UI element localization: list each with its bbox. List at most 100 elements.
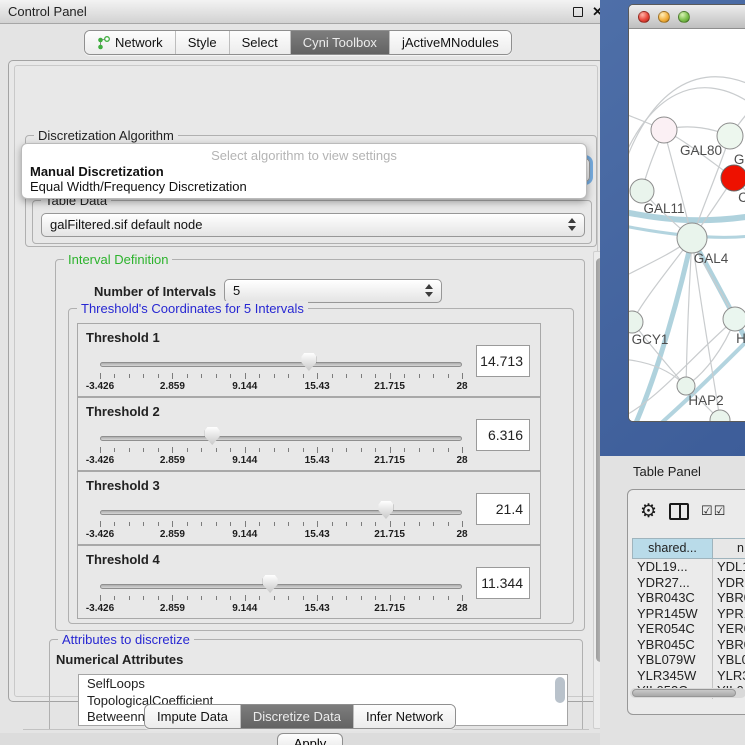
- tick-mark: [245, 595, 246, 601]
- minimize-traffic-light[interactable]: [658, 11, 670, 23]
- table-toolbar: ⚙ ☑☑: [628, 490, 745, 532]
- column-header-name[interactable]: n: [713, 538, 745, 559]
- tick-mark: [187, 374, 188, 378]
- tick-mark: [143, 522, 144, 526]
- tick-mark: [390, 447, 391, 453]
- tick-mark: [230, 374, 231, 378]
- threshold-value-field[interactable]: 11.344: [476, 567, 530, 599]
- threshold-panel: Threshold 3-3.4262.8599.14415.4321.71528…: [77, 471, 541, 545]
- tick-label: 21.715: [374, 455, 405, 466]
- tab-infer-network[interactable]: Infer Network: [354, 705, 455, 728]
- tab-network[interactable]: Network: [85, 31, 176, 54]
- num-intervals-combobox[interactable]: 5: [224, 279, 442, 303]
- group-title-attributes: Attributes to discretize: [58, 632, 194, 647]
- tick-mark: [303, 522, 304, 526]
- table-row[interactable]: YBR045CYBR0: [632, 637, 745, 653]
- algorithm-option[interactable]: Manual Discretization: [22, 164, 586, 179]
- threshold-slider-track[interactable]: [100, 436, 462, 441]
- threshold-slider-handle[interactable]: [378, 501, 393, 519]
- threshold-value-field[interactable]: 21.4: [476, 493, 530, 525]
- cell-shared-name: YLR345W: [632, 668, 713, 684]
- tab-style[interactable]: Style: [176, 31, 230, 54]
- cell-name: YBR0: [713, 590, 745, 606]
- network-canvas[interactable]: GAL80G.CGAL11GAL4GCY1HHAP2: [629, 29, 745, 421]
- node-label: GCY1: [632, 332, 669, 347]
- tick-mark: [201, 596, 202, 600]
- tick-mark: [317, 447, 318, 453]
- threshold-slider-track[interactable]: [100, 362, 462, 367]
- close-traffic-light[interactable]: [638, 11, 650, 23]
- node-table: shared... n YDL19...YDL1YDR27...YDR2YBR0…: [632, 538, 745, 699]
- apply-button[interactable]: Apply: [277, 733, 343, 745]
- node-GAL80[interactable]: [651, 117, 677, 143]
- interval-definition-group: Interval Definition Number of Intervals …: [55, 259, 585, 631]
- node-GCY1[interactable]: [629, 311, 643, 333]
- cell-name: YBL0: [713, 652, 745, 668]
- tab-discretize-data[interactable]: Discretize Data: [241, 705, 354, 728]
- tick-label: -3.426: [86, 529, 114, 540]
- tab-select[interactable]: Select: [230, 31, 291, 54]
- tick-label: 28: [456, 603, 467, 614]
- tick-mark: [375, 448, 376, 452]
- tick-mark: [303, 596, 304, 600]
- tick-mark: [230, 448, 231, 452]
- tick-mark: [201, 448, 202, 452]
- tick-mark: [390, 595, 391, 601]
- node-GAL11[interactable]: [630, 179, 654, 203]
- threshold-panel: Threshold 2-3.4262.8599.14415.4321.71528…: [77, 397, 541, 471]
- table-row[interactable]: YLR345WYLR3: [632, 668, 745, 684]
- tick-label: -3.426: [86, 455, 114, 466]
- threshold-slider-handle[interactable]: [263, 575, 278, 593]
- tick-mark: [216, 522, 217, 526]
- node-GAL4[interactable]: [677, 223, 707, 253]
- tick-mark: [361, 522, 362, 526]
- zoom-traffic-light[interactable]: [678, 11, 690, 23]
- network-window-titlebar[interactable]: [629, 5, 745, 29]
- column-header-shared-name[interactable]: shared...: [632, 538, 713, 559]
- list-scrollbar[interactable]: [555, 677, 565, 703]
- table-row[interactable]: YER054CYER0: [632, 621, 745, 637]
- table-data-combobox[interactable]: galFiltered.sif default node: [41, 213, 585, 237]
- tick-mark: [172, 373, 173, 379]
- tick-mark: [361, 448, 362, 452]
- attribute-item[interactable]: SelfLoops: [79, 675, 567, 692]
- threshold-slider-handle[interactable]: [205, 427, 220, 445]
- threshold-value-field[interactable]: 6.316: [476, 419, 530, 451]
- table-data-group: Table Data galFiltered.sif default node: [32, 200, 592, 244]
- gear-icon[interactable]: ⚙: [640, 502, 657, 521]
- tick-mark: [346, 596, 347, 600]
- tick-mark: [288, 522, 289, 526]
- checkbox-icons[interactable]: ☑☑: [701, 503, 726, 519]
- tick-mark: [158, 522, 159, 526]
- columns-icon[interactable]: [669, 503, 689, 520]
- node-red[interactable]: [721, 165, 745, 191]
- top-tab-bar: NetworkStyle Select Cyni ToolboxjActiveMNo…: [0, 24, 611, 60]
- tick-mark: [129, 596, 130, 600]
- threshold-slider-handle[interactable]: [301, 353, 316, 371]
- table-horizontal-scrollbar[interactable]: [630, 688, 745, 698]
- table-row[interactable]: YBL079WYBL0: [632, 652, 745, 668]
- node-H[interactable]: [723, 307, 745, 331]
- float-icon[interactable]: [573, 7, 583, 17]
- node-bottom[interactable]: [710, 410, 730, 421]
- tab-jactivemnodules[interactable]: jActiveMNodules: [390, 31, 511, 54]
- table-row[interactable]: YPR145WYPR1: [632, 606, 745, 622]
- tick-mark: [404, 522, 405, 526]
- table-row[interactable]: YDR27...YDR2: [632, 575, 745, 591]
- threshold-slider-track[interactable]: [100, 584, 462, 589]
- tab-label: Select: [242, 35, 278, 50]
- tab-impute-data[interactable]: Impute Data: [145, 705, 241, 728]
- table-row[interactable]: YDL19...YDL1: [632, 559, 745, 575]
- threshold-value-field[interactable]: 14.713: [476, 345, 530, 377]
- tick-mark: [419, 448, 420, 452]
- tab-cyni-toolbox[interactable]: Cyni Toolbox: [291, 31, 390, 54]
- algorithm-option[interactable]: Equal Width/Frequency Discretization: [22, 179, 586, 194]
- tick-mark: [346, 374, 347, 378]
- num-intervals-label: Number of Intervals: [94, 284, 216, 299]
- threshold-slider-track[interactable]: [100, 510, 462, 515]
- table-row[interactable]: YBR043CYBR0: [632, 590, 745, 606]
- cell-shared-name: YER054C: [632, 621, 713, 637]
- tick-label: 2.859: [160, 603, 185, 614]
- tick-mark: [216, 374, 217, 378]
- threshold-panel: Threshold 1-3.4262.8599.14415.4321.71528…: [77, 323, 541, 397]
